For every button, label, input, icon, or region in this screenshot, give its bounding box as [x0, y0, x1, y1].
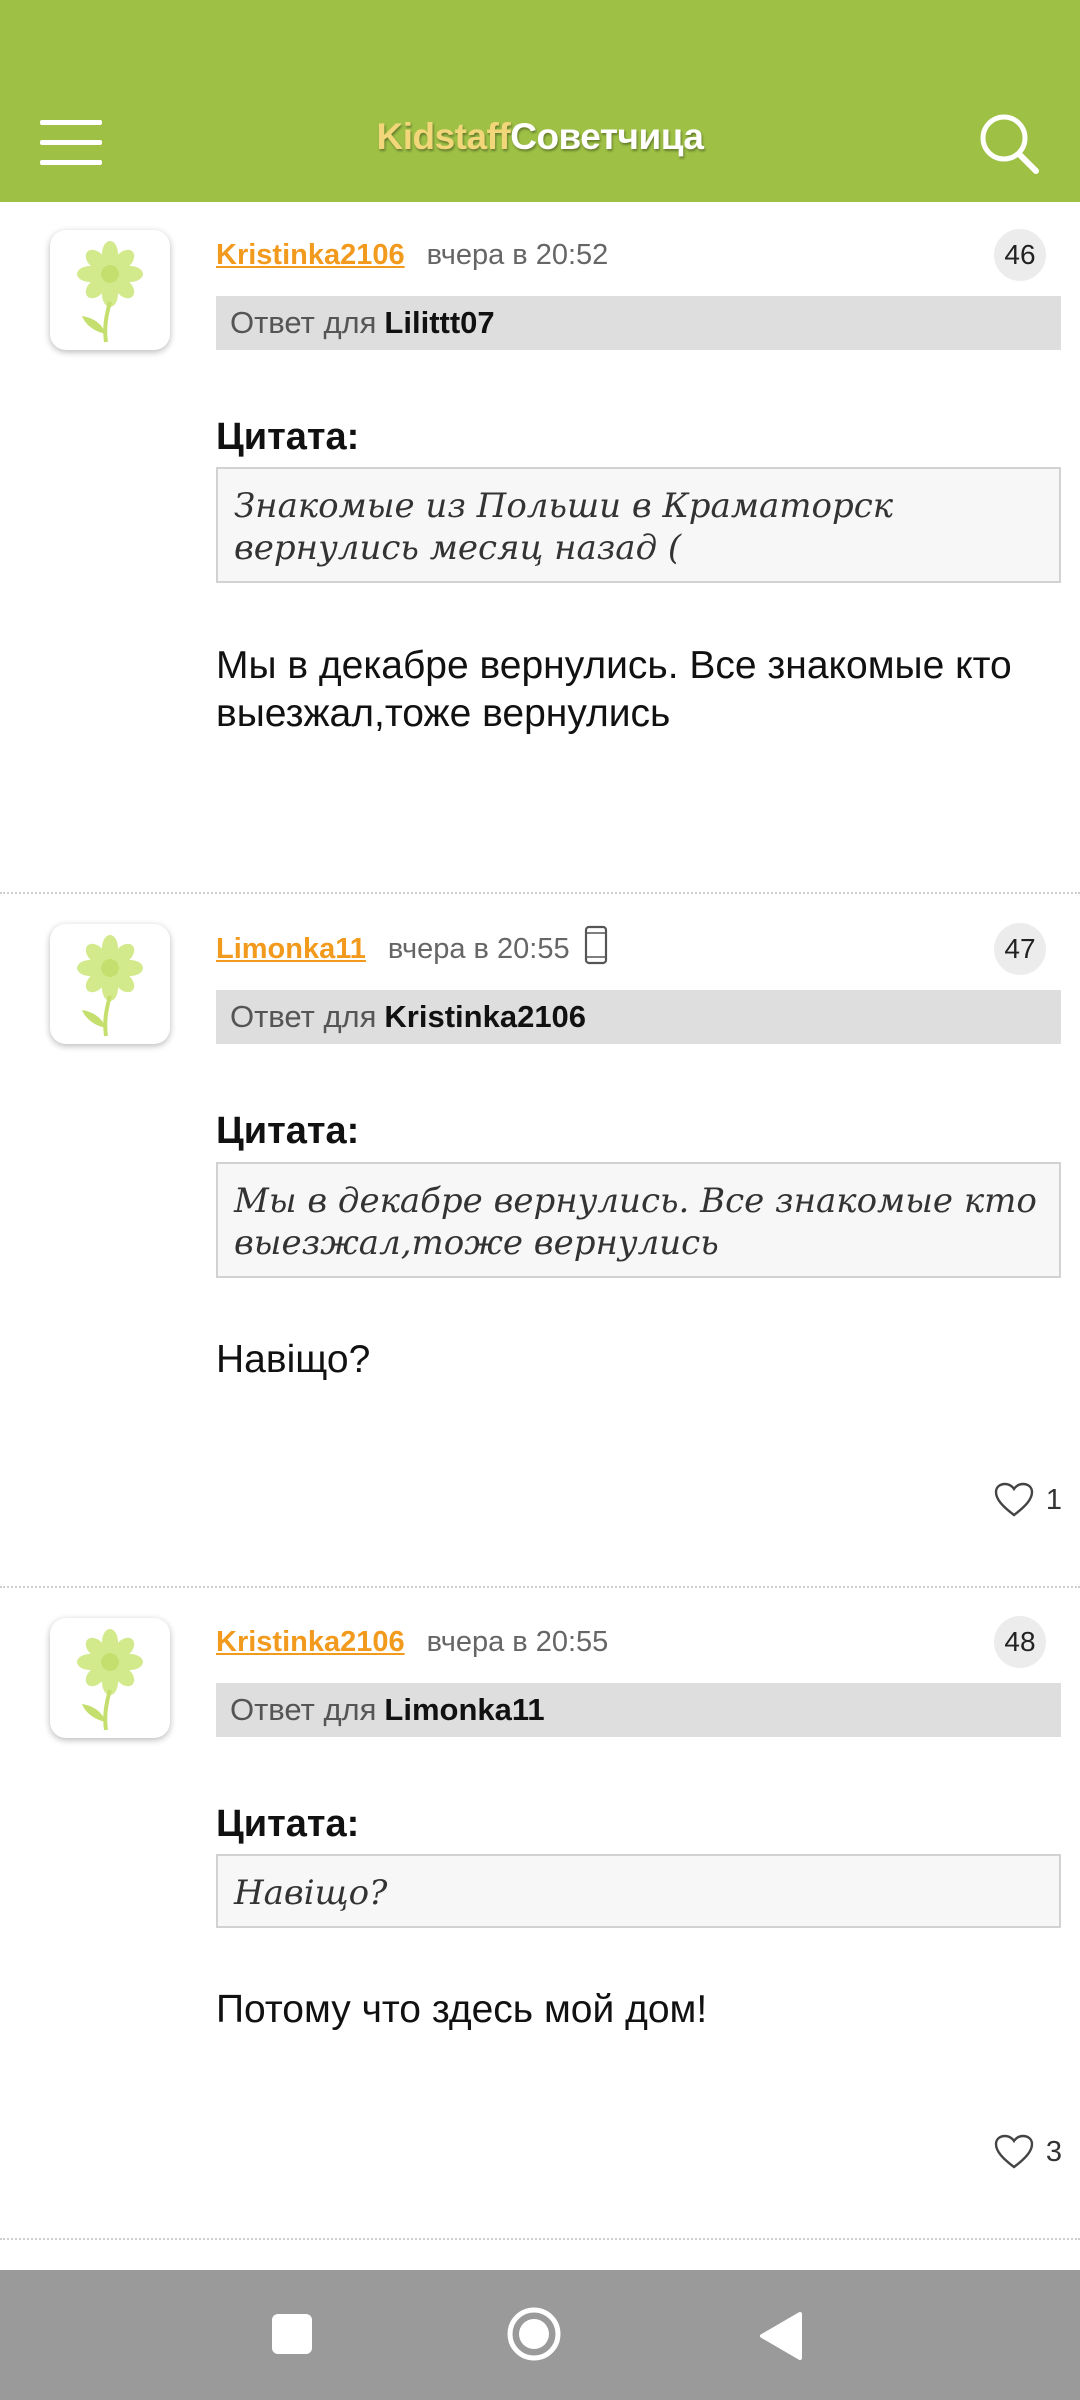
reply-to-bar[interactable]: Ответ для Kristinka2106 — [216, 990, 1061, 1044]
like-count: 3 — [1045, 2135, 1062, 2168]
heart-icon — [994, 2134, 1034, 2169]
avatar[interactable] — [50, 1618, 170, 1738]
search-icon[interactable] — [978, 112, 1042, 176]
like-button[interactable]: 3 — [994, 2134, 1062, 2170]
reply-to-user[interactable]: Kristinka2106 — [384, 999, 586, 1034]
mobile-phone-icon — [584, 925, 608, 973]
system-nav-bar — [0, 2270, 1080, 2400]
like-count: 1 — [1045, 1483, 1062, 1516]
reply-label: Ответ для — [230, 305, 377, 340]
post-meta: Kristinka2106 вчера в 20:52 — [216, 235, 608, 275]
post-number-badge: 48 — [994, 1616, 1046, 1668]
reply-label: Ответ для — [230, 1692, 377, 1727]
app-header: KidstaffСоветчица — [0, 0, 1080, 202]
post-text: Потому что здесь мой дом! — [216, 1988, 708, 2031]
avatar[interactable] — [50, 230, 170, 350]
post-time: вчера в 20:55 — [426, 1625, 609, 1658]
post-48: Kristinka2106 вчера в 20:55 48 Ответ для… — [0, 1588, 1080, 2240]
author-link[interactable]: Kristinka2106 — [216, 1626, 405, 1659]
flower-icon — [77, 241, 143, 343]
logo-sovetchitsa: Советчица — [510, 116, 704, 157]
flower-icon — [77, 1629, 143, 1731]
post-text: Мы в декабре вернулись. Все знакомые кто… — [216, 644, 1012, 735]
reply-to-bar[interactable]: Ответ для Lilittt07 — [216, 296, 1061, 350]
back-icon[interactable] — [756, 2310, 804, 2362]
quote-label: Цитата: — [216, 1803, 360, 1845]
post-meta: Limonka11 вчера в 20:55 — [216, 925, 608, 969]
like-button[interactable]: 1 — [994, 1482, 1062, 1518]
flower-icon — [77, 935, 143, 1037]
reply-to-user[interactable]: Lilittt07 — [384, 305, 494, 340]
quote-block: Знакомые из Польши в Краматорск вернулис… — [216, 467, 1061, 583]
recent-apps-icon[interactable] — [272, 2314, 312, 2354]
reply-to-user[interactable]: Limonka11 — [384, 1692, 544, 1727]
author-link[interactable]: Limonka11 — [216, 933, 366, 966]
author-link[interactable]: Kristinka2106 — [216, 239, 405, 272]
post-time: вчера в 20:55 — [387, 932, 570, 965]
quote-label: Цитата: — [216, 1110, 360, 1152]
post-47: Limonka11 вчера в 20:55 47 Ответ для Kris… — [0, 894, 1080, 1588]
post-meta: Kristinka2106 вчера в 20:55 — [216, 1622, 608, 1662]
post-number-badge: 46 — [994, 229, 1046, 281]
quote-label: Цитата: — [216, 416, 360, 458]
heart-icon — [994, 1482, 1034, 1517]
post-time: вчера в 20:52 — [426, 238, 609, 271]
app-logo[interactable]: KidstaffСоветчица — [0, 116, 1080, 158]
reply-to-bar[interactable]: Ответ для Limonka11 — [216, 1683, 1061, 1737]
quote-block: Мы в декабре вернулись. Все знакомые кто… — [216, 1162, 1061, 1278]
post-46: Kristinka2106 вчера в 20:52 46 Ответ для… — [0, 202, 1080, 894]
post-text: Навіщо? — [216, 1338, 371, 1381]
reply-label: Ответ для — [230, 999, 377, 1034]
logo-kidstaff: Kidstaff — [376, 116, 511, 157]
post-number-badge: 47 — [994, 923, 1046, 975]
home-icon[interactable] — [506, 2306, 562, 2362]
avatar[interactable] — [50, 924, 170, 1044]
quote-block: Навіщо? — [216, 1854, 1061, 1928]
